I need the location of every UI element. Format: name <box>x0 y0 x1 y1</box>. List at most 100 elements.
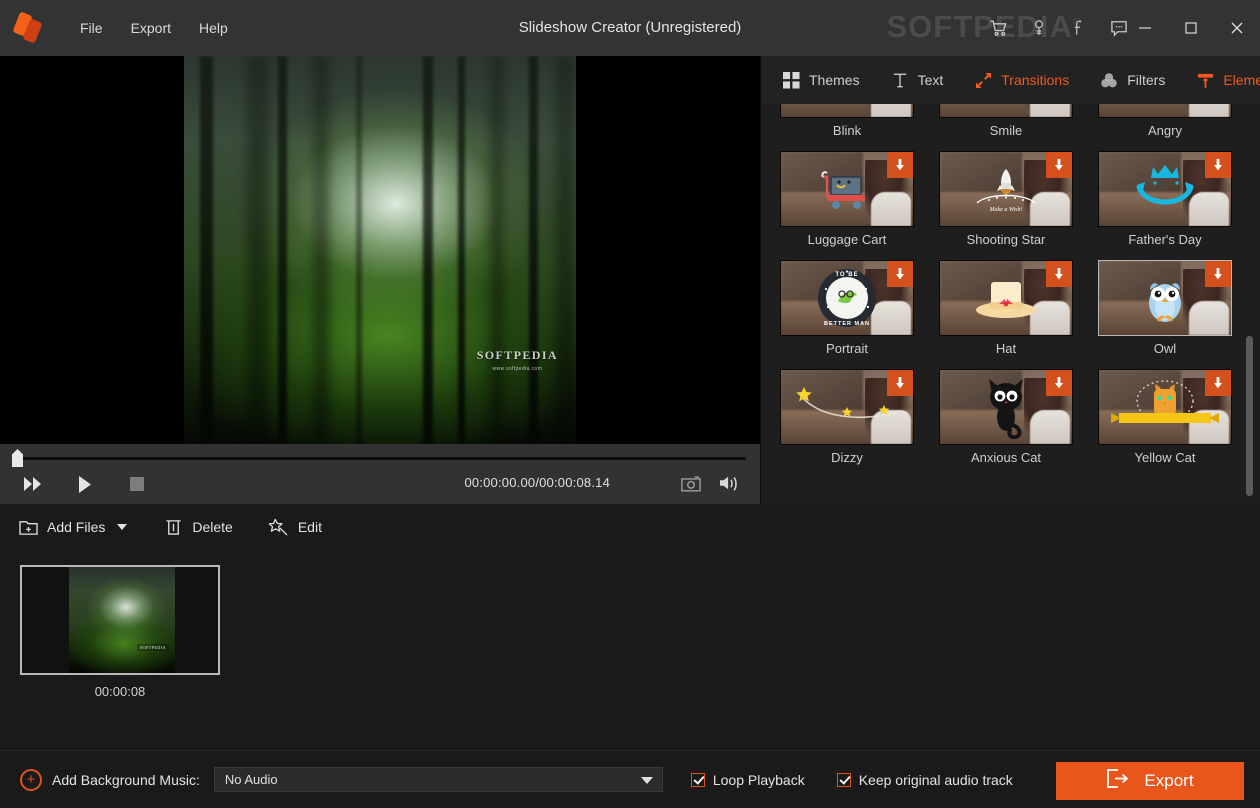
keep-audio-checkbox[interactable]: Keep original audio track <box>837 772 1013 788</box>
play-button[interactable] <box>74 474 96 494</box>
facebook-icon[interactable] <box>1066 15 1092 41</box>
download-arrow-icon[interactable] <box>1046 152 1072 178</box>
keep-audio-box[interactable] <box>837 773 851 787</box>
menu-file[interactable]: File <box>66 14 117 42</box>
element-item[interactable]: Yellow Cat <box>1091 369 1239 465</box>
element-item[interactable]: Hat <box>932 260 1080 356</box>
cart-icon[interactable] <box>986 15 1012 41</box>
minimize-button[interactable] <box>1122 0 1168 56</box>
delete-button[interactable]: Delete <box>163 517 232 537</box>
loop-playback-label: Loop Playback <box>713 772 805 788</box>
download-arrow-icon[interactable] <box>887 152 913 178</box>
download-arrow-icon[interactable] <box>1205 152 1231 178</box>
plus-circle-icon[interactable]: + <box>20 769 42 791</box>
assets-grid: Blink Smile Angry Luggage CartMake a Wish! S… <box>773 104 1239 478</box>
element-thumbnail[interactable] <box>780 369 914 445</box>
assets-grid-scroll[interactable]: Blink Smile Angry Luggage CartMake a Wish! S… <box>761 104 1260 504</box>
playback-buttons <box>22 474 148 494</box>
menu-bar: File Export Help <box>66 14 242 42</box>
element-item[interactable]: Luggage Cart <box>773 151 921 247</box>
export-button[interactable]: Export <box>1056 762 1244 800</box>
seek-handle[interactable] <box>12 449 23 467</box>
menu-help[interactable]: Help <box>185 14 242 42</box>
element-thumbnail[interactable] <box>939 260 1073 336</box>
edit-button[interactable]: Edit <box>269 517 322 537</box>
element-thumbnail[interactable]: Make a Wish! <box>939 151 1073 227</box>
element-thumbnail[interactable] <box>939 104 1073 118</box>
element-label: Father's Day <box>1091 232 1239 247</box>
title-bar-icons <box>986 0 1132 56</box>
element-thumbnail[interactable] <box>780 104 914 118</box>
element-item[interactable]: Smile <box>932 104 1080 138</box>
element-thumbnail[interactable] <box>939 369 1073 445</box>
element-label: Angry <box>1091 123 1239 138</box>
assets-scrollbar[interactable] <box>1246 104 1255 504</box>
speaker-icon[interactable] <box>718 473 740 493</box>
svg-text:BETTER MAN: BETTER MAN <box>824 321 870 327</box>
element-label: Blink <box>773 123 921 138</box>
paint-roller-icon <box>1195 70 1215 90</box>
loop-playback-box[interactable] <box>691 773 705 787</box>
application-window: File Export Help Slideshow Creator (Unre… <box>0 0 1260 808</box>
element-thumbnail[interactable] <box>1098 104 1232 118</box>
chevron-down-icon[interactable] <box>641 777 653 784</box>
assets-scrollbar-thumb[interactable] <box>1246 336 1253 496</box>
circles-icon <box>1099 70 1119 90</box>
download-arrow-icon[interactable] <box>1046 370 1072 396</box>
folder-plus-icon <box>18 517 38 537</box>
camera-icon[interactable] <box>680 473 702 493</box>
timeline-clip[interactable]: SOFTPEDIA 00:00:08 <box>20 565 220 675</box>
tab-text-label: Text <box>918 72 944 88</box>
element-item[interactable]: Blink <box>773 104 921 138</box>
key-icon[interactable] <box>1026 15 1052 41</box>
tab-themes[interactable]: Themes <box>777 66 864 94</box>
element-item[interactable]: Make a Wish! Shooting Star <box>932 151 1080 247</box>
close-button[interactable] <box>1214 0 1260 56</box>
chevron-down-icon[interactable] <box>117 524 127 530</box>
download-arrow-icon[interactable] <box>1205 370 1231 396</box>
title-bar: File Export Help Slideshow Creator (Unre… <box>0 0 1260 56</box>
loop-playback-checkbox[interactable]: Loop Playback <box>691 772 805 788</box>
bottom-bar: + Add Background Music: No Audio Loop Pl… <box>0 750 1260 808</box>
element-thumbnail[interactable] <box>1098 151 1232 227</box>
element-item[interactable]: TO BEBETTER MANPortrait <box>773 260 921 356</box>
element-item[interactable]: Father's Day <box>1091 151 1239 247</box>
audio-select[interactable]: No Audio <box>214 767 663 792</box>
element-label: Dizzy <box>773 450 921 465</box>
timeline-area[interactable]: SOFTPEDIA 00:00:08 <box>0 550 1260 750</box>
element-thumbnail[interactable] <box>780 151 914 227</box>
tab-filters[interactable]: Filters <box>1095 66 1169 94</box>
fast-forward-button[interactable] <box>22 474 44 494</box>
download-arrow-icon[interactable] <box>887 370 913 396</box>
add-files-label: Add Files <box>47 519 105 535</box>
window-controls <box>1122 0 1260 56</box>
element-thumbnail[interactable] <box>1098 369 1232 445</box>
element-thumbnail[interactable]: TO BE BETTER MAN <box>780 260 914 336</box>
element-item[interactable]: Angry <box>1091 104 1239 138</box>
tab-elements[interactable]: Elements <box>1191 66 1260 94</box>
stop-button[interactable] <box>126 474 148 494</box>
media-toolbar: Add Files Delete Edit <box>0 504 1260 550</box>
menu-export[interactable]: Export <box>117 14 185 42</box>
export-arrow-icon <box>1106 768 1130 794</box>
preview-watermark-main: SOFTPEDIA <box>477 348 558 363</box>
svg-text:TO BE: TO BE <box>835 272 858 278</box>
tab-transitions[interactable]: Transitions <box>969 66 1073 94</box>
clip-thumbnail[interactable]: SOFTPEDIA <box>20 565 220 675</box>
add-files-button[interactable]: Add Files <box>18 517 127 537</box>
preview-player[interactable]: SOFTPEDIA www.softpedia.com <box>0 56 760 444</box>
download-arrow-icon[interactable] <box>1046 261 1072 287</box>
assets-panel: Themes Text Transitions Filters <box>760 56 1260 504</box>
maximize-button[interactable] <box>1168 0 1214 56</box>
element-item[interactable]: Anxious Cat <box>932 369 1080 465</box>
tab-text[interactable]: Text <box>886 66 948 94</box>
tab-transitions-label: Transitions <box>1001 72 1069 88</box>
element-thumbnail[interactable] <box>1098 260 1232 336</box>
element-label: Shooting Star <box>932 232 1080 247</box>
seek-slider[interactable] <box>14 457 746 460</box>
element-item[interactable]: Dizzy <box>773 369 921 465</box>
download-arrow-icon[interactable] <box>1205 261 1231 287</box>
edit-label: Edit <box>298 519 322 535</box>
download-arrow-icon[interactable] <box>887 261 913 287</box>
element-item[interactable]: Owl <box>1091 260 1239 356</box>
